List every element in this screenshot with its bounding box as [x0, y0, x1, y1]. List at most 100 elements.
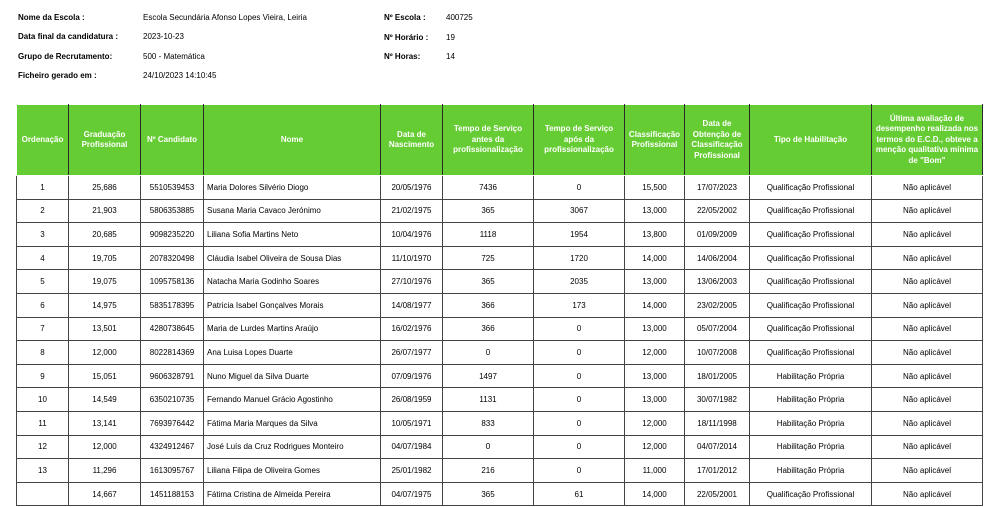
ordenacao-cell: 6: [16, 293, 69, 318]
avaliacao-cell: Não aplicável: [871, 317, 983, 342]
num-candidato-cell: 1095758136: [140, 269, 204, 294]
avaliacao-cell: Não aplicável: [871, 222, 983, 247]
nome-cell: Maria Dolores Silvério Diogo: [203, 175, 381, 200]
tipo-habilitacao-cell: Qualificação Profissional: [749, 269, 872, 294]
num-candidato-cell: 5806353885: [140, 199, 204, 224]
candidates-table: Ordenação Graduação Profissional Nº Cand…: [16, 104, 983, 507]
data-obtencao-cell: 22/05/2002: [684, 199, 750, 224]
graduacao-cell: 25,686: [68, 175, 141, 200]
nome-cell: Liliana Sofia Martins Neto: [203, 222, 381, 247]
data-final-value: 2023-10-23: [143, 32, 184, 41]
tempo-apos-cell: 0: [533, 458, 625, 483]
table-row: 12 12,000 4324912467 José Luís da Cruz Rodr…: [16, 435, 983, 460]
table-row: 3 20,685 9098235220 Liliana Sofia Martins N…: [16, 222, 983, 247]
num-candidato-cell: 8022814369: [140, 340, 204, 365]
data-obtencao-cell: 01/09/2009: [684, 222, 750, 247]
classificacao-cell: 11,000: [624, 458, 685, 483]
nome-cell: Nuno Miguel da Silva Duarte: [203, 364, 381, 389]
data-nascimento-cell: 25/01/1982: [380, 458, 443, 483]
ordenacao-cell: 13: [16, 458, 69, 483]
tempo-apos-cell: 173: [533, 293, 625, 318]
column-header: Graduação Profissional: [68, 104, 141, 176]
avaliacao-cell: Não aplicável: [871, 175, 983, 200]
num-candidato-cell: 6350210735: [140, 387, 204, 412]
graduacao-cell: 19,705: [68, 246, 141, 271]
graduacao-cell: 20,685: [68, 222, 141, 247]
tipo-habilitacao-cell: Qualificação Profissional: [749, 222, 872, 247]
ficheiro-value: 24/10/2023 14:10:45: [143, 71, 217, 80]
tempo-antes-cell: 725: [442, 246, 534, 271]
tipo-habilitacao-cell: Qualificação Profissional: [749, 199, 872, 224]
num-horario-value: 19: [446, 33, 455, 42]
tempo-antes-cell: 1497: [442, 364, 534, 389]
nome-cell: Natacha Maria Godinho Soares: [203, 269, 381, 294]
tempo-apos-cell: 0: [533, 364, 625, 389]
tempo-antes-cell: 1131: [442, 387, 534, 412]
data-nascimento-cell: 10/04/1976: [380, 222, 443, 247]
tempo-antes-cell: 365: [442, 199, 534, 224]
data-obtencao-cell: 22/05/2001: [684, 482, 750, 507]
data-nascimento-cell: 04/07/1984: [380, 435, 443, 460]
table-row: 6 14,975 5835178395 Patricia Isabel Gonçalv…: [16, 293, 983, 318]
grupo-label: Grupo de Recrutamento:: [18, 52, 113, 61]
data-obtencao-cell: 30/07/1982: [684, 387, 750, 412]
tempo-apos-cell: 61: [533, 482, 625, 507]
table-row: 8 12,000 8022814369 Ana Luisa Lopes Duarte 2…: [16, 340, 983, 365]
tempo-apos-cell: 0: [533, 175, 625, 200]
classificacao-cell: 13,000: [624, 364, 685, 389]
data-obtencao-cell: 14/06/2004: [684, 246, 750, 271]
column-header: Nome: [203, 104, 381, 176]
table-row: 14,667 1451188153 Fátima Cristina de Almei…: [16, 482, 983, 507]
data-nascimento-cell: 11/10/1970: [380, 246, 443, 271]
classificacao-cell: 12,000: [624, 340, 685, 365]
table-row: 1 25,686 5510539453 Maria Dolores Silvério …: [16, 175, 983, 200]
classificacao-cell: 13,000: [624, 199, 685, 224]
num-horas-value: 14: [446, 52, 455, 61]
avaliacao-cell: Não aplicável: [871, 482, 983, 507]
nome-cell: Liliana Filipa de Oliveira Gomes: [203, 458, 381, 483]
graduacao-cell: 19,075: [68, 269, 141, 294]
num-candidato-cell: 4324912467: [140, 435, 204, 460]
nome-cell: Cláudia Isabel Oliveira de Sousa Dias: [203, 246, 381, 271]
avaliacao-cell: Não aplicável: [871, 364, 983, 389]
column-header: Data de Nascimento: [380, 104, 443, 176]
tipo-habilitacao-cell: Habilitação Própria: [749, 411, 872, 436]
num-candidato-cell: 2078320498: [140, 246, 204, 271]
tipo-habilitacao-cell: Habilitação Própria: [749, 387, 872, 412]
column-header: Tempo de Serviço após da profissionaliza…: [533, 104, 625, 176]
grupo-value: 500 - Matemática: [143, 52, 205, 61]
data-obtencao-cell: 18/11/1998: [684, 411, 750, 436]
tipo-habilitacao-cell: Qualificação Profissional: [749, 482, 872, 507]
tipo-habilitacao-cell: Qualificação Profissional: [749, 317, 872, 342]
graduacao-cell: 13,141: [68, 411, 141, 436]
data-obtencao-cell: 17/07/2023: [684, 175, 750, 200]
data-nascimento-cell: 16/02/1976: [380, 317, 443, 342]
tempo-antes-cell: 216: [442, 458, 534, 483]
num-horario-label: Nº Horário :: [384, 33, 429, 42]
tempo-apos-cell: 0: [533, 411, 625, 436]
data-obtencao-cell: 23/02/2005: [684, 293, 750, 318]
num-escola-label: Nº Escola :: [384, 13, 426, 22]
avaliacao-cell: Não aplicável: [871, 458, 983, 483]
tempo-apos-cell: 1954: [533, 222, 625, 247]
nome-cell: Patricia Isabel Gonçalves Morais: [203, 293, 381, 318]
classificacao-cell: 14,000: [624, 293, 685, 318]
tempo-apos-cell: 0: [533, 387, 625, 412]
data-obtencao-cell: 10/07/2008: [684, 340, 750, 365]
graduacao-cell: 11,296: [68, 458, 141, 483]
tempo-antes-cell: 7436: [442, 175, 534, 200]
classificacao-cell: 14,000: [624, 482, 685, 507]
table-header-row: Ordenação Graduação Profissional Nº Cand…: [16, 104, 983, 176]
data-nascimento-cell: 10/05/1971: [380, 411, 443, 436]
classificacao-cell: 13,000: [624, 269, 685, 294]
avaliacao-cell: Não aplicável: [871, 411, 983, 436]
table-row: 11 13,141 7693976442 Fátima Maria Marques d…: [16, 411, 983, 436]
data-final-label: Data final da candidatura :: [18, 32, 119, 41]
escola-value: Escola Secundária Afonso Lopes Vieira, L…: [143, 13, 307, 22]
ordenacao-cell: 4: [16, 246, 69, 271]
tempo-antes-cell: 365: [442, 482, 534, 507]
table-row: 10 14,549 6350210735 Fernando Manuel Grácio…: [16, 387, 983, 412]
tipo-habilitacao-cell: Qualificação Profissional: [749, 246, 872, 271]
num-candidato-cell: 1451188153: [140, 482, 204, 507]
num-candidato-cell: 4280738645: [140, 317, 204, 342]
